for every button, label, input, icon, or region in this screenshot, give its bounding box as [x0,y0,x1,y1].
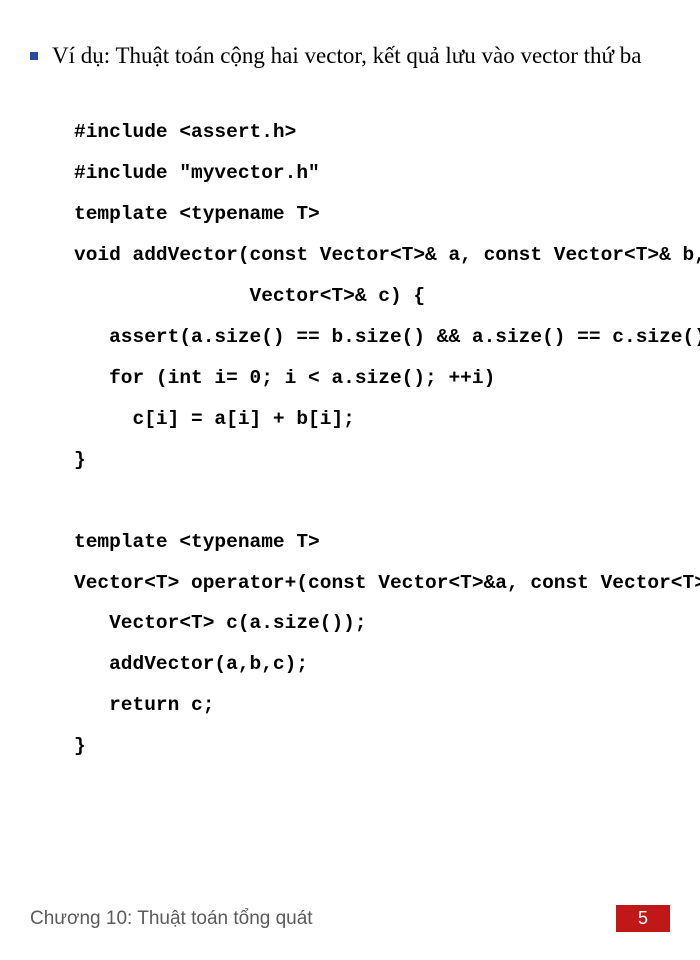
footer: Chương 10: Thuật toán tổng quát 5 [30,905,670,932]
slide-title: Ví dụ: Thuật toán cộng hai vector, kết q… [52,40,641,72]
bullet-icon [30,52,38,60]
title-row: Ví dụ: Thuật toán cộng hai vector, kết q… [30,40,670,72]
page-number: 5 [616,905,670,932]
chapter-label: Chương 10: Thuật toán tổng quát [30,908,313,930]
code-listing: #include <assert.h> #include "myvector.h… [74,112,670,767]
